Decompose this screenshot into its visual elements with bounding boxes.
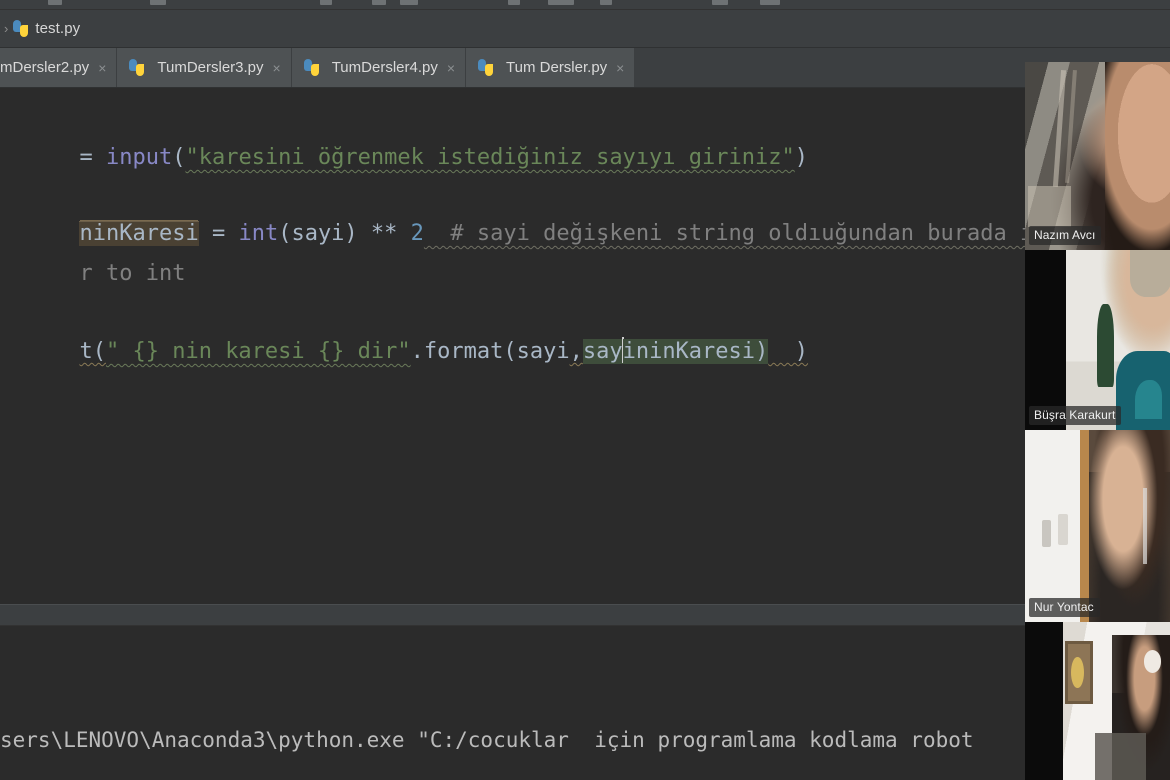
code-line-2: ninKaresi = int(sayi) ** 2 # sayi değişk… <box>0 174 1170 246</box>
python-file-icon <box>477 59 494 76</box>
tab-tumdersler2[interactable]: mDersler2.py × <box>0 48 118 87</box>
participant-video <box>1025 430 1170 622</box>
toolbar-icon[interactable] <box>48 0 62 5</box>
close-icon[interactable]: × <box>447 60 455 76</box>
comma-separator: , <box>569 339 583 364</box>
close-icon[interactable]: × <box>98 60 106 76</box>
tab-tumdersler4[interactable]: TumDersler4.py × <box>291 48 467 87</box>
assign-operator: = <box>79 145 106 170</box>
close-icon[interactable]: × <box>273 60 281 76</box>
format-arg-sayi: sayi <box>516 339 570 364</box>
tab-label: TumDersler4.py <box>331 59 438 76</box>
participant-name: Nazım Avcı <box>1029 226 1102 245</box>
participant-video-frame <box>1062 622 1170 780</box>
tab-label: Tum Dersler.py <box>506 59 608 76</box>
close-icon[interactable]: × <box>616 60 624 76</box>
python-file-icon <box>303 59 320 76</box>
editor-tab-bar: mDersler2.py × TumDersler3.py × TumDersl… <box>0 48 1170 88</box>
toolbar-icon[interactable] <box>548 0 574 5</box>
code-line-3: r to int <box>0 214 1170 286</box>
tab-tumdersler3[interactable]: TumDersler3.py × <box>117 48 292 87</box>
format-string-literal: " {} nin karesi {} dir" <box>105 339 411 364</box>
print-call-prefix: t( <box>79 339 106 364</box>
selected-argument-prefix: say <box>582 339 623 364</box>
participant-tile-4[interactable] <box>1025 622 1170 780</box>
paren-open: ( <box>503 339 517 364</box>
prompt-string-literal: "karesini öğrenmek istediğiniz sayıyı gi… <box>185 145 795 170</box>
tab-label: TumDersler3.py <box>157 59 264 76</box>
toolbar-icon[interactable] <box>372 0 386 5</box>
toolbar-icon[interactable] <box>600 0 612 5</box>
code-line-4: t(" {} nin karesi {} dir".format(sayi,sa… <box>0 292 1170 364</box>
chevron-right-icon: › <box>4 21 9 36</box>
paren-open: ( <box>172 145 186 170</box>
breadcrumb-file-label[interactable]: test.py <box>35 20 80 37</box>
code-line-1: = input("karesini öğrenmek istediğiniz s… <box>0 98 1170 170</box>
comment-continuation: r to int <box>79 261 186 286</box>
toolbar-icon[interactable] <box>712 0 728 5</box>
pane-splitter[interactable] <box>0 604 1170 626</box>
toolbar-icon[interactable] <box>400 0 418 5</box>
format-method: .format <box>410 339 504 364</box>
participant-name: Nur Yontac <box>1029 598 1100 617</box>
selected-argument-suffix: ininKaresi) <box>622 339 769 364</box>
toolbar-icon[interactable] <box>760 0 780 5</box>
participant-video <box>1025 62 1170 250</box>
participant-tile-nazim[interactable]: Nazım Avcı <box>1025 62 1170 250</box>
console-command-text: sers\LENOVO\Anaconda3\python.exe "C:/coc… <box>0 728 974 752</box>
video-call-panel: Nazım Avcı Büşra Karakurt Nur Yontac <box>1025 62 1170 780</box>
toolbar-icon[interactable] <box>508 0 520 5</box>
tab-label: mDersler2.py <box>0 59 90 76</box>
input-function: input <box>105 145 173 170</box>
ide-screen: › test.py mDersler2.py × TumDersler3.py … <box>0 0 1170 780</box>
python-file-icon <box>12 20 29 37</box>
participant-video-frame <box>1065 250 1170 430</box>
toolbar-icon[interactable] <box>150 0 166 5</box>
code-editor[interactable]: = input("karesini öğrenmek istediğiniz s… <box>0 88 1170 604</box>
tab-tum-dersler[interactable]: Tum Dersler.py × <box>466 48 636 87</box>
participant-tile-busra[interactable]: Büşra Karakurt <box>1025 250 1170 430</box>
breadcrumb: › test.py <box>0 10 1170 48</box>
console-line-command: sers\LENOVO\Anaconda3\python.exe "C:/coc… <box>0 720 1170 760</box>
toolbar-icon[interactable] <box>320 0 332 5</box>
participant-tile-nur[interactable]: Nur Yontac <box>1025 430 1170 622</box>
run-console-output[interactable]: sers\LENOVO\Anaconda3\python.exe "C:/coc… <box>0 626 1170 780</box>
paren-close: ) <box>794 145 808 170</box>
python-file-icon <box>128 59 145 76</box>
toolbar-strip <box>0 0 1170 10</box>
trailing-paren: ) <box>768 339 809 364</box>
participant-name: Büşra Karakurt <box>1029 406 1122 425</box>
